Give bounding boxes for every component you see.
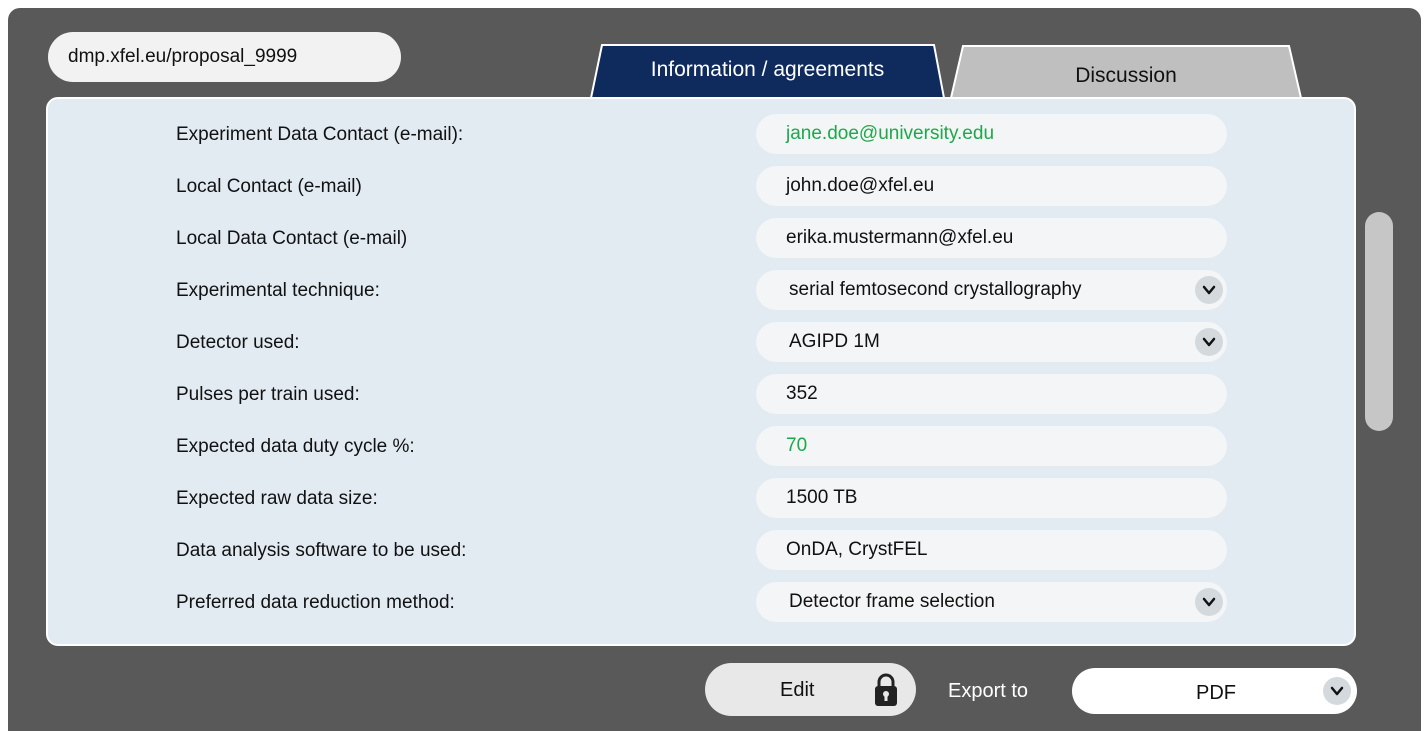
local-data-contact-field[interactable]: erika.mustermann@xfel.eu	[756, 218, 1227, 258]
duty-cycle-field[interactable]: 70	[756, 426, 1227, 466]
form-row-experiment-data-contact: Experiment Data Contact (e-mail): jane.d…	[48, 114, 1348, 156]
select-value: Detector frame selection	[789, 591, 995, 612]
lock-icon	[875, 673, 897, 706]
form-panel: Experiment Data Contact (e-mail): jane.d…	[46, 97, 1356, 646]
field-label: Experimental technique:	[176, 280, 380, 301]
raw-data-size-field[interactable]: 1500 TB	[756, 478, 1227, 518]
analysis-software-field[interactable]: OnDA, CrystFEL	[756, 530, 1227, 570]
tab-label: Discussion	[1075, 63, 1177, 87]
form-row-raw-data-size: Expected raw data size: 1500 TB	[48, 478, 1348, 520]
pulses-per-train-field[interactable]: 352	[756, 374, 1227, 414]
chevron-down-icon[interactable]	[1323, 677, 1351, 705]
field-label: Pulses per train used:	[176, 384, 360, 405]
chevron-down-icon[interactable]	[1195, 588, 1223, 616]
local-contact-field[interactable]: john.doe@xfel.eu	[756, 166, 1227, 206]
edit-label: Edit	[780, 679, 815, 701]
field-label: Expected data duty cycle %:	[176, 436, 415, 457]
export-label: Export to	[948, 680, 1029, 702]
data-reduction-select[interactable]: Detector frame selection	[756, 582, 1227, 622]
export-value: PDF	[1196, 682, 1236, 704]
export-format-select[interactable]: PDF	[1072, 668, 1357, 714]
tab-label: Information / agreements	[650, 57, 885, 81]
form-row-analysis-software: Data analysis software to be used: OnDA,…	[48, 530, 1348, 572]
field-label: Preferred data reduction method:	[176, 592, 455, 613]
tab-information-agreements[interactable]: Information / agreements	[590, 44, 945, 99]
chevron-down-icon[interactable]	[1195, 276, 1223, 304]
form-row-duty-cycle: Expected data duty cycle %: 70	[48, 426, 1348, 468]
experimental-technique-select[interactable]: serial femtosecond crystallography	[756, 270, 1227, 310]
form-row-detector-used: Detector used: AGIPD 1M	[48, 322, 1348, 364]
field-label: Experiment Data Contact (e-mail):	[176, 124, 464, 145]
field-label: Expected raw data size:	[176, 488, 378, 509]
form-row-experimental-technique: Experimental technique: serial femtoseco…	[48, 270, 1348, 312]
field-label: Data analysis software to be used:	[176, 540, 467, 561]
form-row-pulses-per-train: Pulses per train used: 352	[48, 374, 1348, 416]
experiment-data-contact-field[interactable]: jane.doe@university.edu	[756, 114, 1227, 154]
edit-button[interactable]: Edit	[705, 663, 916, 716]
detector-used-select[interactable]: AGIPD 1M	[756, 322, 1227, 362]
select-value: AGIPD 1M	[789, 331, 880, 352]
chevron-down-icon[interactable]	[1195, 328, 1223, 356]
url-field[interactable]: dmp.xfel.eu/proposal_9999	[48, 32, 401, 82]
scrollbar-thumb[interactable]	[1365, 212, 1393, 431]
select-value: serial femtosecond crystallography	[789, 279, 1082, 300]
form-row-local-data-contact: Local Data Contact (e-mail) erika.muster…	[48, 218, 1348, 260]
field-label: Local Contact (e-mail)	[176, 176, 362, 197]
tab-discussion[interactable]: Discussion	[949, 44, 1303, 99]
form-row-data-reduction: Preferred data reduction method: Detecto…	[48, 582, 1348, 624]
field-label: Local Data Contact (e-mail)	[176, 228, 408, 249]
field-label: Detector used:	[176, 332, 300, 353]
form-row-local-contact: Local Contact (e-mail) john.doe@xfel.eu	[48, 166, 1348, 208]
